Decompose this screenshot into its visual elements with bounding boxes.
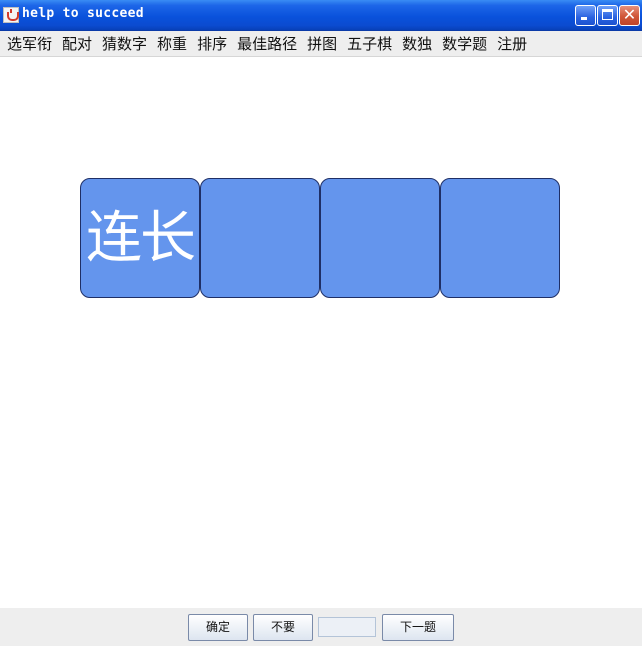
confirm-button[interactable]: 确定 [188, 614, 248, 641]
tile-label [201, 179, 319, 297]
close-button[interactable]: ✕ [619, 5, 640, 26]
tile[interactable] [440, 178, 560, 298]
tile-label: 连长 [86, 206, 196, 271]
tile[interactable]: 连长 [80, 178, 200, 298]
menu-puzzle[interactable]: 拼图 [302, 32, 342, 56]
minimize-button[interactable] [575, 5, 596, 26]
window-title: help to succeed [22, 6, 144, 21]
maximize-button[interactable] [597, 5, 618, 26]
tile-label [441, 179, 559, 297]
tile[interactable] [320, 178, 440, 298]
java-app-icon [3, 7, 19, 23]
menu-match[interactable]: 配对 [57, 32, 97, 56]
tile-label [321, 179, 439, 297]
control-panel: 确定 不要 下一题 [0, 608, 642, 646]
tile-row: 连长 [80, 178, 560, 298]
menu-sudoku[interactable]: 数独 [397, 32, 437, 56]
tile[interactable] [200, 178, 320, 298]
title-bar: help to succeed ✕ [0, 0, 642, 31]
next-question-button[interactable]: 下一题 [382, 614, 454, 641]
menu-register[interactable]: 注册 [492, 32, 532, 56]
menu-weigh[interactable]: 称重 [152, 32, 192, 56]
answer-input[interactable] [318, 617, 376, 637]
close-icon: ✕ [622, 5, 637, 24]
maximize-icon [602, 9, 613, 20]
menu-math[interactable]: 数学题 [437, 32, 492, 56]
minimize-icon [581, 17, 587, 20]
menu-bar: 选军衔 配对 猜数字 称重 排序 最佳路径 拼图 五子棋 数独 数学题 注册 [0, 31, 642, 57]
menu-gomoku[interactable]: 五子棋 [342, 32, 397, 56]
menu-rank[interactable]: 选军衔 [2, 32, 57, 56]
skip-button[interactable]: 不要 [253, 614, 313, 641]
menu-guess-number[interactable]: 猜数字 [97, 32, 152, 56]
menu-sort[interactable]: 排序 [192, 32, 232, 56]
menu-best-path[interactable]: 最佳路径 [232, 32, 302, 56]
